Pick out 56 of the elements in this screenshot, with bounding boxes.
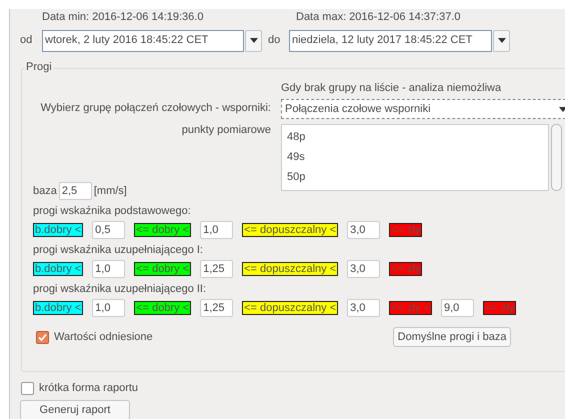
date-field[interactable]: wtorek, 2 luty 2016 18:45:22 CET (42, 30, 244, 52)
threshold-field[interactable]: 3,0 (347, 299, 380, 317)
threshold-field[interactable]: 9,0 (440, 299, 474, 317)
group-select[interactable]: Połączenia czołowe wsporniki (281, 99, 565, 119)
dropdown-button[interactable] (245, 30, 262, 52)
base-label: baza (33, 184, 57, 198)
threshold-label: <= zły < (389, 301, 432, 315)
checkbox-label: Wartości odniesione (54, 330, 153, 344)
from-label: od (20, 34, 34, 47)
list-item[interactable]: 49s (287, 147, 548, 167)
threshold-field[interactable]: 3,0 (347, 221, 380, 239)
select-label: Wybierz grupę połączeń czołowych - wsporniki: (40, 102, 271, 115)
note-text: Gdy brak grupy na liście - analiza niemożliwa (281, 82, 502, 95)
generate-button[interactable]: Generuj raport (20, 400, 130, 419)
threshold-field[interactable]: 1,25 (200, 299, 234, 317)
threshold-field[interactable]: 3,0 (347, 260, 380, 278)
threshold-field[interactable]: 1,0 (92, 260, 126, 278)
list-item[interactable]: 48p (287, 127, 548, 147)
threshold-label: <= zły (389, 262, 422, 276)
date-max-label: Data max: 2016-12-06 14:37:37.0 (296, 11, 461, 24)
caret-icon (250, 38, 258, 43)
points-label: punkty pomiarowe (182, 124, 271, 137)
threshold-label: b.dobry < (33, 223, 84, 237)
threshold-label: b.dobry < (33, 301, 84, 315)
base-field[interactable]: 2,5 (58, 182, 92, 200)
threshold-title: progi wskaźnika uzupełniającego I: (33, 244, 204, 257)
date-field[interactable]: niedziela, 12 luty 2017 18:45:22 CET (289, 30, 492, 52)
threshold-field[interactable]: 1,0 (92, 299, 126, 317)
checkbox-label: krótka forma raportu (39, 382, 138, 395)
threshold-field[interactable]: 1,25 (200, 260, 234, 278)
threshold-label: <= dopuszczalny < (242, 262, 338, 276)
scrollbar[interactable] (551, 124, 562, 191)
date-min-label: Data min: 2016-12-06 14:19:36.0 (42, 11, 204, 24)
threshold-label: <= dobry < (134, 223, 192, 237)
to-label: do (268, 34, 282, 47)
dropdown-button[interactable] (493, 30, 510, 52)
defaults-button[interactable]: Domyślne progi i baza (392, 327, 512, 347)
caret-icon (498, 38, 506, 43)
threshold-label: <= dobry < (134, 262, 192, 276)
list-item[interactable]: 50p (287, 167, 548, 187)
threshold-label: <= dobry < (134, 301, 192, 315)
caret-icon (559, 106, 565, 112)
threshold-field[interactable]: 1,0 (200, 221, 234, 239)
group-title: Progi (25, 61, 53, 74)
threshold-field[interactable]: 0,5 (92, 221, 126, 239)
checkbox[interactable] (21, 382, 34, 395)
checkbox[interactable] (36, 330, 49, 344)
threshold-title: progi wskaźnika podstawowego: (33, 205, 192, 218)
threshold-label: <= zły (482, 301, 516, 315)
unit-label: [mm/s] (94, 184, 127, 198)
threshold-label: <= zły (389, 223, 422, 237)
threshold-label: b.dobry < (33, 262, 84, 276)
threshold-title: progi wskaźnika uzupełniającego II: (33, 283, 208, 296)
threshold-label: <= dopuszczalny < (242, 301, 338, 315)
check-icon (38, 332, 47, 342)
threshold-label: <= dopuszczalny < (242, 223, 338, 237)
